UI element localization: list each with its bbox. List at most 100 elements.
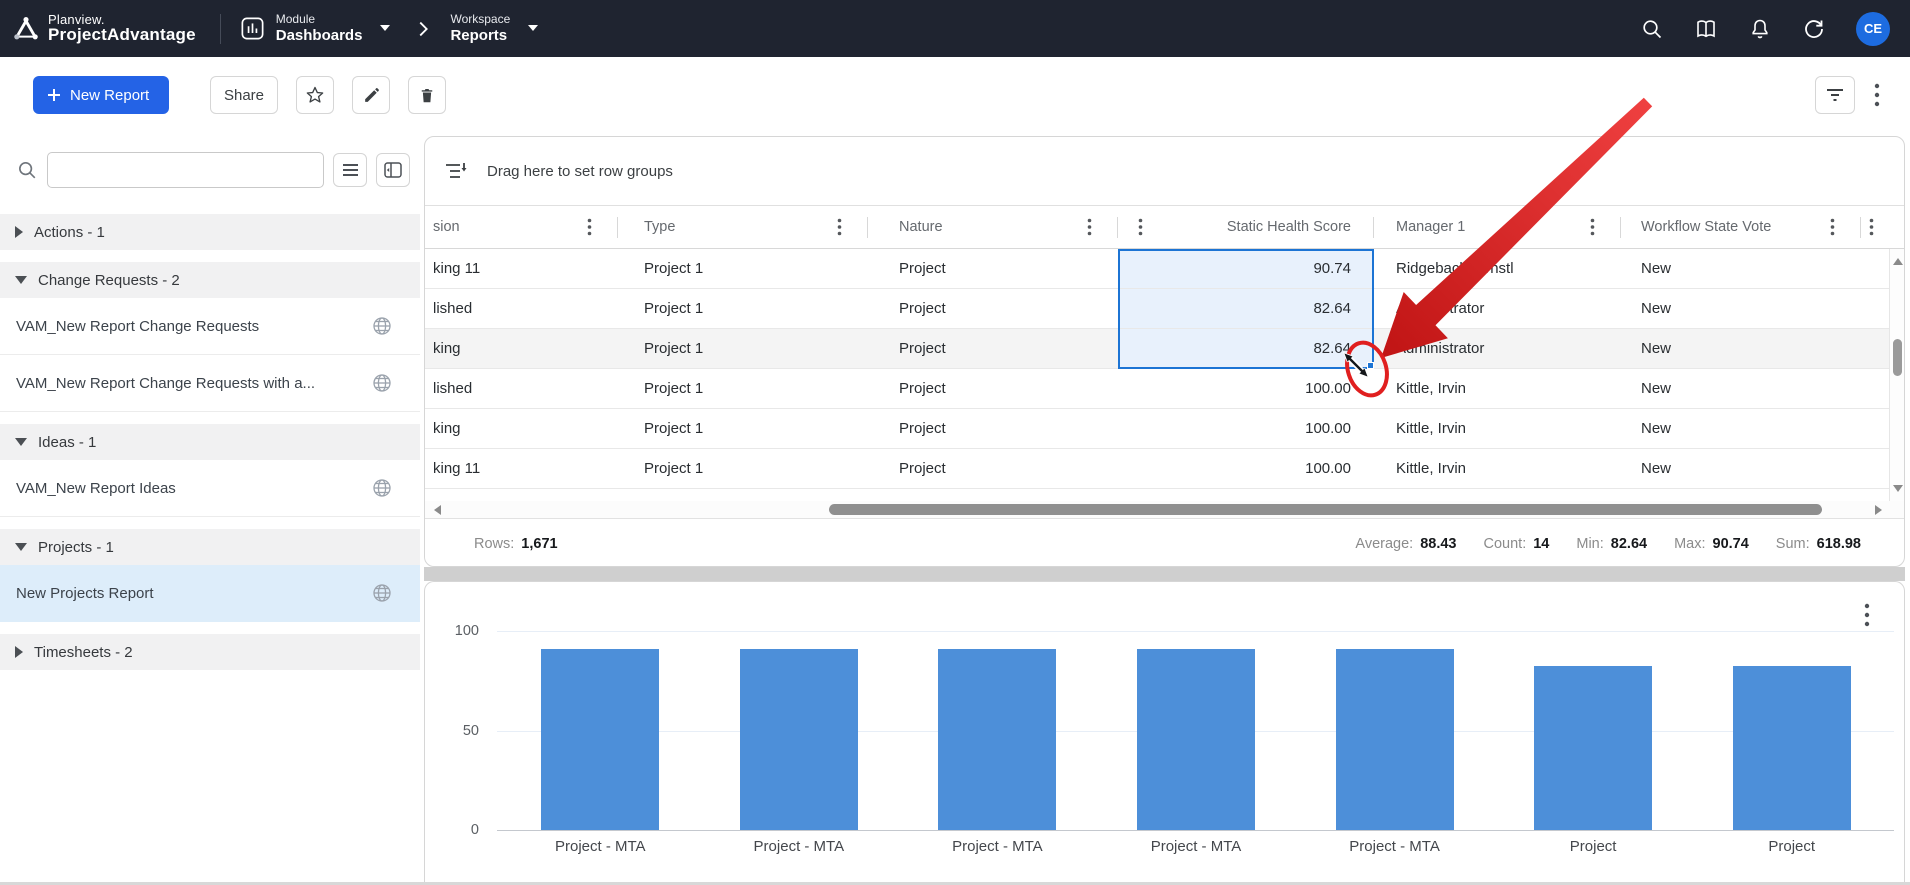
- table-cell[interactable]: [1861, 329, 1890, 368]
- vertical-scrollbar[interactable]: [1889, 249, 1904, 501]
- table-cell[interactable]: Project: [868, 249, 1118, 288]
- table-cell[interactable]: Kittle, Irvin: [1374, 449, 1621, 488]
- table-cell[interactable]: New: [1621, 289, 1861, 328]
- column-header-sion[interactable]: sion: [425, 206, 618, 248]
- table-cell[interactable]: New: [1621, 409, 1861, 448]
- table-cell[interactable]: Project: [868, 369, 1118, 408]
- column-menu-icon[interactable]: [1590, 218, 1595, 236]
- column-menu-icon[interactable]: [587, 218, 592, 236]
- chart-menu-icon[interactable]: [1864, 602, 1870, 633]
- bar-1[interactable]: [740, 649, 858, 830]
- module-dashboards-menu[interactable]: Module Dashboards: [239, 13, 391, 44]
- scroll-up-arrow[interactable]: [1893, 258, 1903, 265]
- table-cell[interactable]: Project: [868, 449, 1118, 488]
- sidebar-report-item[interactable]: VAM_New Report Change Requests with a...: [0, 355, 420, 412]
- column-header-type[interactable]: Type: [618, 206, 868, 248]
- table-row[interactable]: lishedProject 1Project82.64Administrator…: [425, 289, 1891, 329]
- horizontal-scrollbar[interactable]: [425, 501, 1904, 518]
- sidebar-group-projects-1[interactable]: Projects - 1: [0, 529, 420, 565]
- scroll-down-arrow[interactable]: [1893, 485, 1903, 492]
- horizontal-scrollbar-thumb[interactable]: [829, 504, 1822, 515]
- column-header-extra[interactable]: [1861, 206, 1890, 248]
- table-cell[interactable]: Administrator: [1374, 289, 1621, 328]
- column-menu-icon[interactable]: [1087, 218, 1092, 236]
- table-cell[interactable]: 100.00: [1118, 369, 1374, 408]
- table-row[interactable]: king 11Project 1Project90.74Ridgeback, E…: [425, 249, 1891, 289]
- table-cell[interactable]: Project 1: [618, 289, 868, 328]
- column-menu-icon[interactable]: [1830, 218, 1835, 236]
- table-cell[interactable]: Project: [868, 329, 1118, 368]
- table-cell[interactable]: Project 1: [618, 409, 868, 448]
- edit-button[interactable]: [352, 76, 390, 114]
- scroll-right-arrow[interactable]: [1875, 505, 1882, 515]
- collapse-panel-button[interactable]: [376, 153, 410, 187]
- table-cell[interactable]: lished: [425, 289, 618, 328]
- table-cell[interactable]: [1861, 409, 1890, 448]
- table-cell[interactable]: 100.00: [1118, 449, 1374, 488]
- table-cell[interactable]: Project 1: [618, 249, 868, 288]
- table-cell[interactable]: king: [425, 329, 618, 368]
- table-cell[interactable]: king: [425, 409, 618, 448]
- workspace-reports-menu[interactable]: Workspace Reports: [450, 13, 538, 44]
- table-row[interactable]: lishedProject 1Project100.00Kittle, Irvi…: [425, 369, 1891, 409]
- sidebar-report-item[interactable]: VAM_New Report Change Requests: [0, 298, 420, 355]
- table-cell[interactable]: [1861, 249, 1890, 288]
- sidebar-group-timesheets-2[interactable]: Timesheets - 2: [0, 634, 420, 670]
- bar-0[interactable]: [541, 649, 659, 830]
- table-cell[interactable]: 82.64: [1118, 329, 1374, 368]
- table-row[interactable]: kingProject 1Project100.00Kittle, IrvinN…: [425, 409, 1891, 449]
- scroll-left-arrow[interactable]: [434, 505, 441, 515]
- table-cell[interactable]: Project 1: [618, 369, 868, 408]
- search-icon[interactable]: [1640, 17, 1664, 41]
- table-cell[interactable]: Kittle, Irvin: [1374, 409, 1621, 448]
- table-cell[interactable]: Project 1: [618, 449, 868, 488]
- table-cell[interactable]: New: [1621, 249, 1861, 288]
- vertical-scrollbar-thumb[interactable]: [1893, 339, 1902, 376]
- list-menu-button[interactable]: [333, 153, 367, 187]
- table-cell[interactable]: Project 1: [618, 329, 868, 368]
- table-cell[interactable]: Project: [868, 289, 1118, 328]
- bar-4[interactable]: [1336, 649, 1454, 830]
- column-menu-icon[interactable]: [837, 218, 842, 236]
- sidebar-report-item[interactable]: New Projects Report: [0, 565, 420, 622]
- table-cell[interactable]: Administrator: [1374, 329, 1621, 368]
- table-cell[interactable]: [1861, 369, 1890, 408]
- sidebar-group-change-requests-2[interactable]: Change Requests - 2: [0, 262, 420, 298]
- table-cell[interactable]: New: [1621, 329, 1861, 368]
- share-button[interactable]: Share: [210, 76, 278, 114]
- row-group-dropzone[interactable]: Drag here to set row groups: [425, 137, 1904, 206]
- table-cell[interactable]: 100.00: [1118, 409, 1374, 448]
- table-cell[interactable]: [1861, 449, 1890, 488]
- table-cell[interactable]: lished: [425, 369, 618, 408]
- table-cell[interactable]: king 11: [425, 249, 618, 288]
- table-cell[interactable]: Project: [868, 409, 1118, 448]
- column-header-static-health-score[interactable]: Static Health Score: [1118, 206, 1374, 248]
- table-cell[interactable]: New: [1621, 369, 1861, 408]
- new-report-button[interactable]: New Report: [33, 76, 169, 114]
- bar-5[interactable]: [1534, 666, 1652, 830]
- column-header-manager-1[interactable]: Manager 1: [1374, 206, 1621, 248]
- table-cell[interactable]: 90.74: [1118, 249, 1374, 288]
- refresh-icon[interactable]: [1802, 17, 1826, 41]
- table-row[interactable]: kingProject 1Project82.64AdministratorNe…: [425, 329, 1891, 369]
- column-header-workflow-state-vote[interactable]: Workflow State Vote: [1621, 206, 1861, 248]
- notifications-bell-icon[interactable]: [1748, 17, 1772, 41]
- bar-6[interactable]: [1733, 666, 1851, 830]
- app-brand[interactable]: Planview. ProjectAdvantage: [0, 13, 196, 44]
- table-cell[interactable]: king 11: [425, 449, 618, 488]
- fill-handle[interactable]: [1367, 362, 1374, 369]
- table-row[interactable]: king 11Project 1Project100.00Kittle, Irv…: [425, 449, 1891, 489]
- user-avatar[interactable]: CE: [1856, 12, 1890, 46]
- toolbar-more-options-icon[interactable]: [1874, 82, 1880, 113]
- sidebar-search-input[interactable]: [47, 152, 324, 188]
- column-menu-icon[interactable]: [1138, 218, 1143, 236]
- filter-button[interactable]: [1815, 76, 1855, 114]
- table-cell[interactable]: Ridgeback, Ernstl: [1374, 249, 1621, 288]
- bar-2[interactable]: [938, 649, 1056, 830]
- delete-button[interactable]: [408, 76, 446, 114]
- sidebar-group-actions-1[interactable]: Actions - 1: [0, 214, 420, 250]
- sidebar-report-item[interactable]: VAM_New Report Ideas: [0, 460, 420, 517]
- column-header-nature[interactable]: Nature: [868, 206, 1118, 248]
- table-cell[interactable]: New: [1621, 449, 1861, 488]
- favorite-button[interactable]: [296, 76, 334, 114]
